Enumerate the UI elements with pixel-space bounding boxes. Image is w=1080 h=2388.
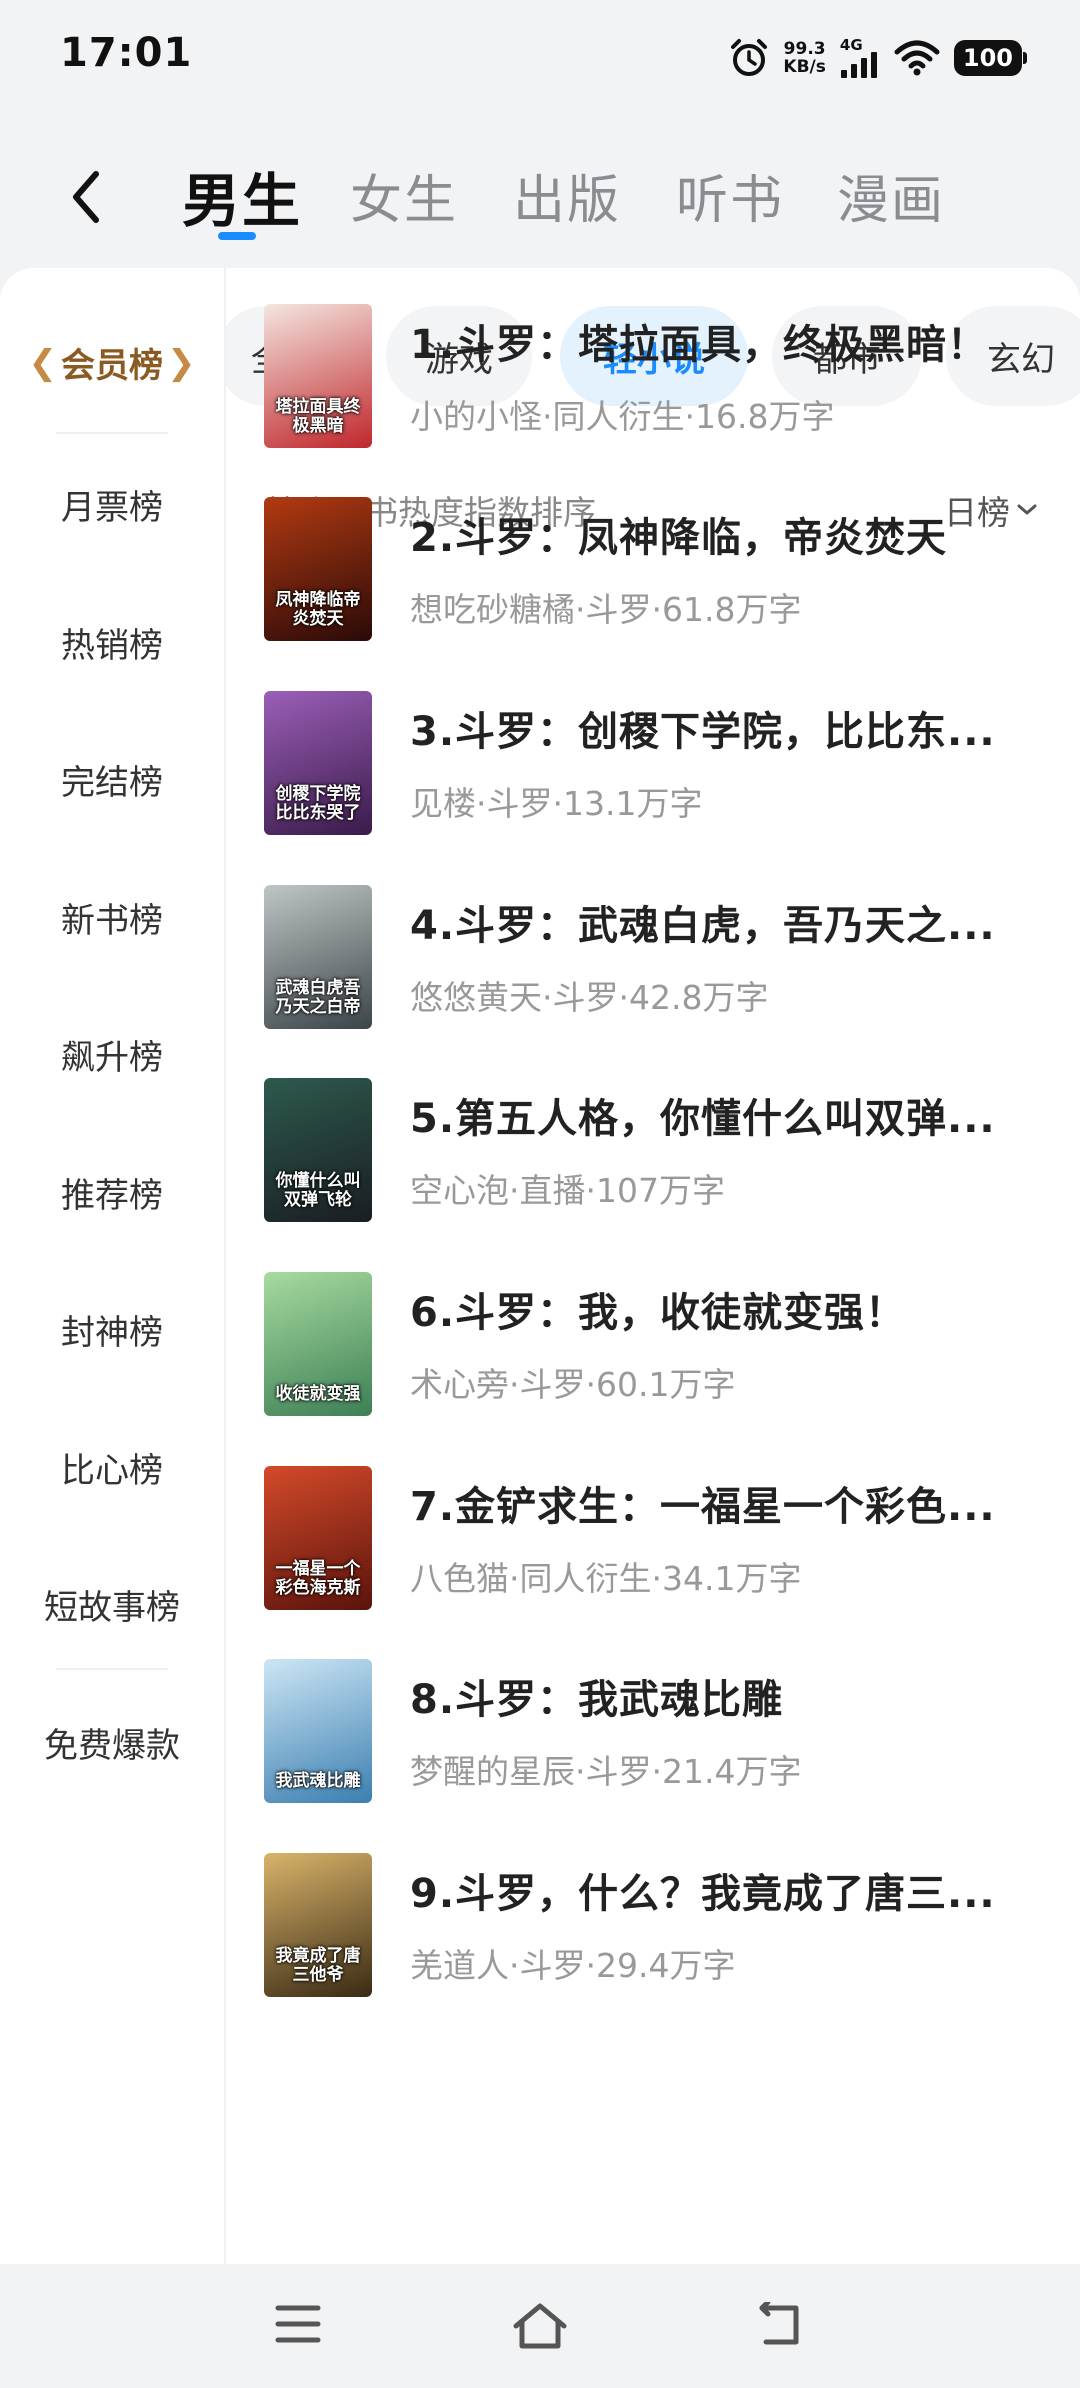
book-meta: 空心泡·直播·107万字 (410, 1171, 725, 1210)
back-arrow-icon[interactable] (62, 164, 112, 230)
sidebar-divider (56, 1668, 168, 1670)
book-list-item[interactable]: 塔拉面具终极黑暗 1.斗罗：塔拉面具，终极黑暗！ 小的小怪·同人衍生·16.8万字 (264, 304, 1064, 454)
menu-icon[interactable] (274, 2302, 322, 2346)
status-icons: 99.3 KB/s 4G 100 (729, 36, 1028, 80)
top-category-tabs: 男生 女生 出版 听书 漫画 (0, 140, 1080, 250)
book-meta: 梦醒的星辰·斗罗·21.4万字 (410, 1752, 802, 1791)
network-type: 4G (839, 36, 863, 54)
book-list-item[interactable]: 我竟成了唐三他爷 9.斗罗，什么？我竟成了唐三... 羌道人·斗罗·29.4万字 (264, 1853, 1064, 2003)
book-cover-title: 一福星一个彩色海克斯 (275, 1559, 361, 1598)
tab-audiobook[interactable]: 听书 (676, 158, 784, 233)
tab-male[interactable]: 男生 (182, 154, 302, 238)
book-title[interactable]: 1.斗罗：塔拉面具，终极黑暗！ (410, 312, 1058, 370)
book-title[interactable]: 2.斗罗：凤神降临，帝炎焚天 (410, 505, 1058, 563)
book-meta: 见楼·斗罗·13.1万字 (410, 784, 703, 823)
book-list-item[interactable]: 一福星一个彩色海克斯 7.金铲求生：一福星一个彩色... 八色猫·同人衍生·34.1… (264, 1466, 1064, 1616)
book-cover-image[interactable]: 你懂什么叫双弹飞轮 (264, 1078, 372, 1222)
book-cover-title: 收徒就变强 (275, 1384, 361, 1404)
book-cover-image[interactable]: 武魂白虎吾乃天之白帝 (264, 885, 372, 1029)
book-list-item[interactable]: 你懂什么叫双弹飞轮 5.第五人格，你懂什么叫双弹... 空心泡·直播·107万字 (264, 1078, 1064, 1228)
home-icon[interactable] (510, 2302, 570, 2350)
ranking-sidebar: ❮ 会员榜 ❯ 月票榜 热销榜 完结榜 新书榜 飙升榜 推荐榜 封神榜 比心榜 … (0, 268, 226, 2268)
book-meta: 八色猫·同人衍生·34.1万字 (410, 1559, 802, 1598)
book-cover-title: 塔拉面具终极黑暗 (275, 397, 361, 436)
status-time: 17:01 (60, 30, 193, 76)
book-title[interactable]: 5.第五人格，你懂什么叫双弹... (410, 1086, 1058, 1144)
status-bar: 17:01 99.3 KB/s 4G 100 (0, 0, 1080, 116)
book-title[interactable]: 8.斗罗：我武魂比雕 (410, 1667, 1058, 1725)
sidebar-item-monthly[interactable]: 月票榜 (0, 480, 224, 529)
net-speed: 99.3 KB/s (783, 40, 825, 76)
book-title[interactable]: 9.斗罗，什么？我竟成了唐三... (410, 1861, 1058, 1919)
book-cover-image[interactable]: 我武魂比雕 (264, 1659, 372, 1803)
book-list-item[interactable]: 凤神降临帝炎焚天 2.斗罗：凤神降临，帝炎焚天想吃砂糖橘·斗罗·61.8万字 (264, 497, 1064, 647)
book-meta: 术心旁·斗罗·60.1万字 (410, 1365, 736, 1404)
sidebar-item-new[interactable]: 新书榜 (0, 893, 224, 942)
sidebar-item-short-story[interactable]: 短故事榜 (0, 1580, 224, 1629)
active-tab-indicator (218, 232, 256, 240)
alarm-icon (731, 39, 768, 76)
back-icon[interactable] (752, 2302, 804, 2348)
sidebar-item-rising[interactable]: 飙升榜 (0, 1030, 224, 1079)
sidebar-item-completed[interactable]: 完结榜 (0, 755, 224, 804)
tab-female[interactable]: 女生 (350, 158, 458, 233)
sidebar-item-recommend[interactable]: 推荐榜 (0, 1168, 224, 1217)
laurel-left-icon: ❮ (28, 342, 58, 383)
tab-comic[interactable]: 漫画 (837, 158, 945, 233)
battery-indicator: 100 (953, 40, 1028, 76)
ranking-panel: ❮ 会员榜 ❯ 月票榜 热销榜 完结榜 新书榜 飙升榜 推荐榜 封神榜 比心榜 … (0, 268, 1080, 2268)
book-title[interactable]: 4.斗罗：武魂白虎，吾乃天之... (410, 893, 1058, 951)
sidebar-divider (56, 432, 168, 434)
book-cover-image[interactable]: 收徒就变强 (264, 1272, 372, 1416)
book-cover-image[interactable]: 我竟成了唐三他爷 (264, 1853, 372, 1997)
book-cover-image[interactable]: 凤神降临帝炎焚天 (264, 497, 372, 641)
signal-bars-icon (840, 52, 877, 78)
book-list-item[interactable]: 收徒就变强 6.斗罗：我，收徒就变强！ 术心旁·斗罗·60.1万字 (264, 1272, 1064, 1422)
book-cover-title: 我武魂比雕 (275, 1771, 361, 1791)
sidebar-item-fengshen[interactable]: 封神榜 (0, 1305, 224, 1354)
wifi-icon (894, 40, 940, 76)
sidebar-item-hot-sale[interactable]: 热销榜 (0, 618, 224, 667)
sidebar-item-free-hit[interactable]: 免费爆款 (0, 1718, 224, 1767)
book-meta: 悠悠黄天·斗罗·42.8万字 (410, 978, 769, 1017)
book-cover-title: 创稷下学院比比东哭了 (275, 784, 361, 823)
book-list-item[interactable]: 创稷下学院比比东哭了 3.斗罗：创稷下学院，比比东... 见楼·斗罗·13.1万字 (264, 691, 1064, 841)
sidebar-item-member[interactable]: ❮ 会员榜 ❯ (0, 338, 224, 387)
laurel-right-icon: ❯ (167, 342, 196, 383)
book-title[interactable]: 6.斗罗：我，收徒就变强！ (410, 1280, 1058, 1338)
book-cover-image[interactable]: 一福星一个彩色海克斯 (264, 1466, 372, 1610)
book-list-item[interactable]: 武魂白虎吾乃天之白帝 4.斗罗：武魂白虎，吾乃天之... 悠悠黄天·斗罗·42.8万… (264, 885, 1064, 1035)
sidebar-item-label: 会员榜 (61, 346, 163, 386)
sidebar-item-bixin[interactable]: 比心榜 (0, 1443, 224, 1492)
book-cover-title: 凤神降临帝炎焚天 (275, 590, 361, 629)
net-speed-value: 99.3 (783, 39, 826, 59)
book-cover-title: 你懂什么叫双弹飞轮 (275, 1171, 361, 1210)
book-cover-image[interactable]: 创稷下学院比比东哭了 (264, 691, 372, 835)
book-meta: 羌道人·斗罗·29.4万字 (410, 1946, 736, 1985)
net-speed-unit: KB/s (783, 57, 826, 77)
book-meta: 想吃砂糖橘·斗罗·61.8万字 (410, 590, 802, 629)
system-nav-bar (0, 2264, 1080, 2388)
book-cover-title: 武魂白虎吾乃天之白帝 (275, 978, 361, 1017)
book-meta: 小的小怪·同人衍生·16.8万字 (410, 397, 835, 436)
tab-publish[interactable]: 出版 (513, 158, 621, 233)
book-cover-title: 我竟成了唐三他爷 (275, 1946, 361, 1985)
book-list-item[interactable]: 我武魂比雕 8.斗罗：我武魂比雕梦醒的星辰·斗罗·21.4万字 (264, 1659, 1064, 1809)
cellular-signal: 4G (840, 38, 880, 78)
book-title[interactable]: 7.金铲求生：一福星一个彩色... (410, 1474, 1058, 1532)
book-cover-image[interactable]: 塔拉面具终极黑暗 (264, 304, 372, 448)
book-title[interactable]: 3.斗罗：创稷下学院，比比东... (410, 699, 1058, 757)
